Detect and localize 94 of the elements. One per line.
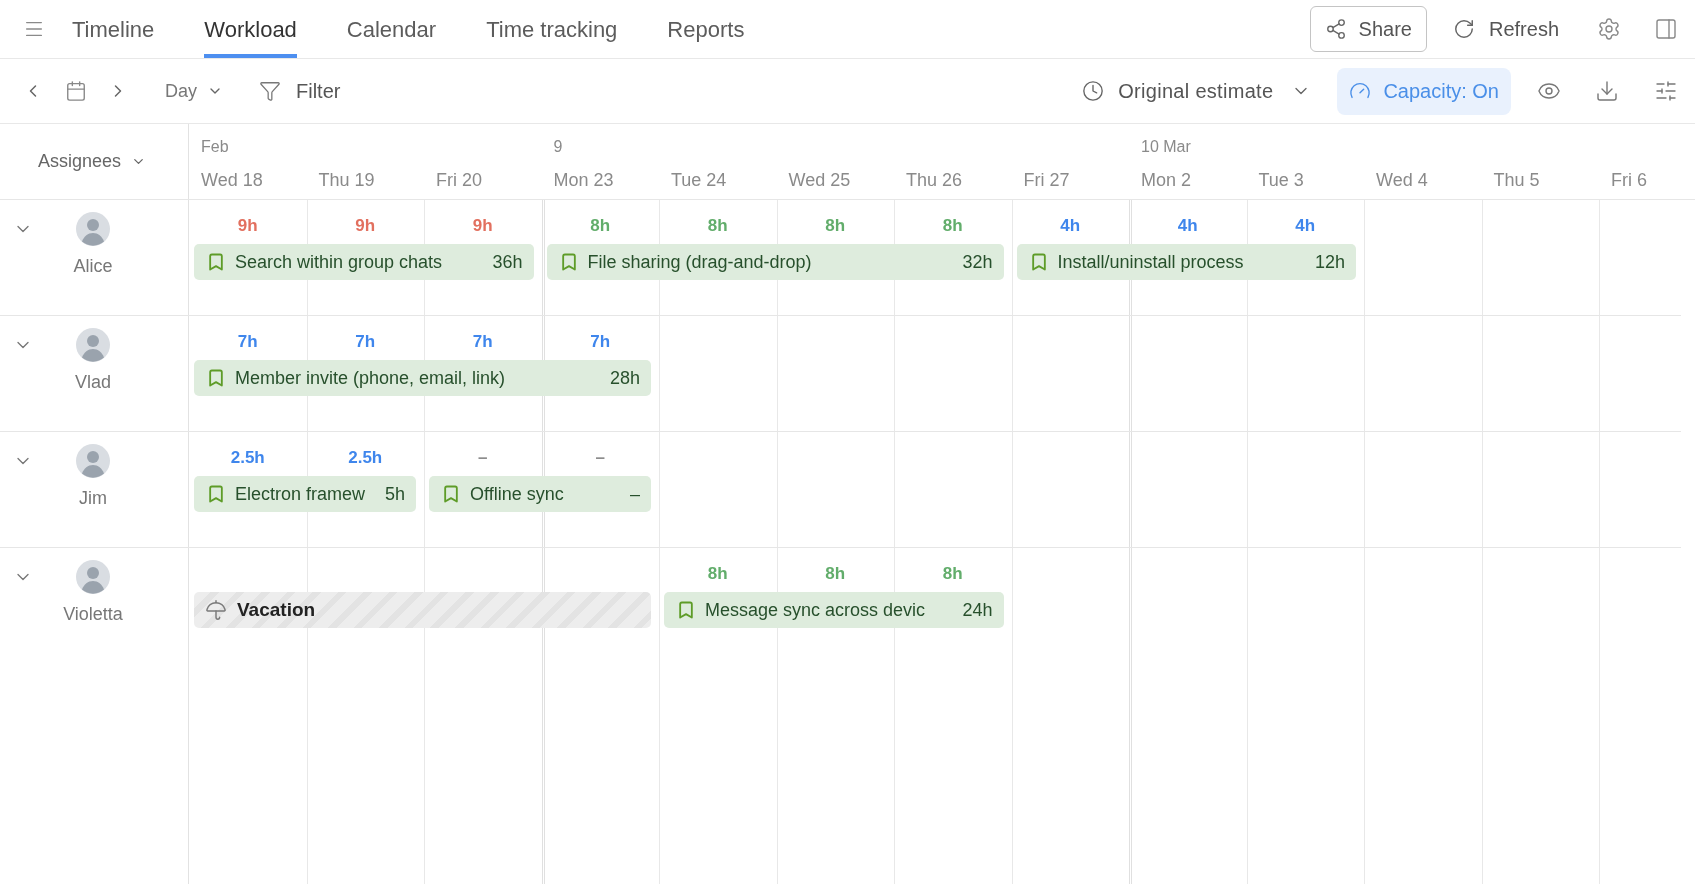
- umbrella-icon: [205, 599, 227, 621]
- nav-tab[interactable]: Timeline: [72, 0, 155, 58]
- week-label: 9: [553, 137, 563, 157]
- task-bar[interactable]: Offline sync –: [429, 476, 651, 512]
- clock-icon: [1082, 80, 1105, 102]
- vacation-label: Vacation: [237, 597, 316, 622]
- task-bar[interactable]: Search within group chats 36h: [194, 244, 534, 280]
- settings-icon[interactable]: [1597, 17, 1621, 41]
- task-title: Message sync across devic: [705, 598, 926, 622]
- refresh-icon: [1452, 18, 1475, 40]
- assignee-name: Vlad: [75, 371, 111, 394]
- nav-tab[interactable]: Workload: [204, 0, 297, 58]
- hours-label: 8h: [707, 563, 728, 585]
- assignee-name: Violetta: [63, 603, 123, 626]
- task-bar[interactable]: Message sync across devic 24h: [664, 592, 1004, 628]
- hours-label: –: [478, 447, 488, 469]
- hours-label: 8h: [942, 563, 963, 585]
- task-title: Offline sync: [470, 482, 564, 506]
- hours-label: 2.5h: [230, 447, 265, 469]
- filter-icon: [259, 80, 281, 102]
- task-bar[interactable]: Electron framew 5h: [194, 476, 416, 512]
- day-label: Fri 20: [436, 169, 482, 192]
- hours-label: 8h: [825, 215, 846, 237]
- nav-tab[interactable]: Time tracking: [486, 0, 618, 58]
- day-label: Mon 23: [553, 169, 614, 192]
- hours-label: 7h: [237, 331, 258, 353]
- download-icon[interactable]: [1595, 79, 1619, 103]
- bookmark-icon: [441, 483, 461, 505]
- week-label: 10 Mar: [1141, 137, 1191, 157]
- estimate-dropdown[interactable]: Original estimate: [1082, 76, 1312, 106]
- nav-tab[interactable]: Calendar: [346, 0, 437, 58]
- share-button[interactable]: Share: [1309, 6, 1427, 52]
- avatar-icon: [76, 444, 110, 478]
- bookmark-icon: [206, 483, 226, 505]
- task-hours: 24h: [962, 598, 993, 622]
- day-label: Fri 6: [1611, 169, 1647, 192]
- task-hours: 12h: [1314, 250, 1345, 274]
- task-hours: 32h: [962, 250, 993, 274]
- filter-button[interactable]: Filter: [259, 76, 341, 106]
- avatar-icon: [76, 212, 110, 246]
- task-bar[interactable]: File sharing (drag-and-drop) 32h: [546, 244, 1004, 280]
- hours-label: 8h: [942, 215, 963, 237]
- hours-label: 4h: [1295, 215, 1316, 237]
- side-panel-icon[interactable]: [1654, 17, 1678, 41]
- day-label: Thu 5: [1493, 169, 1540, 192]
- task-title: Member invite (phone, email, link): [235, 366, 506, 390]
- day-label: Wed 25: [788, 169, 851, 192]
- hours-label: 8h: [590, 215, 611, 237]
- hours-label: 2.5h: [348, 447, 383, 469]
- task-title: Electron framew: [235, 482, 366, 506]
- task-hours: 36h: [492, 250, 523, 274]
- hours-label: 9h: [237, 215, 258, 237]
- hours-label: 7h: [590, 331, 611, 353]
- bookmark-icon: [206, 251, 226, 273]
- day-label: Fri 27: [1023, 169, 1070, 192]
- day-label: Wed 4: [1376, 169, 1428, 192]
- hours-label: 4h: [1060, 215, 1081, 237]
- day-label: Wed 18: [201, 169, 263, 192]
- hours-label: 7h: [472, 331, 493, 353]
- hours-label: –: [595, 447, 605, 469]
- bookmark-icon: [676, 599, 696, 621]
- day-label: Tue 24: [671, 169, 727, 192]
- day-label: Mon 2: [1141, 169, 1192, 192]
- hours-label: 8h: [825, 563, 846, 585]
- task-title: File sharing (drag-and-drop): [587, 250, 812, 274]
- share-icon: [1324, 18, 1347, 40]
- hours-label: 4h: [1177, 215, 1198, 237]
- avatar-icon: [76, 560, 110, 594]
- week-label: Feb: [201, 137, 229, 157]
- task-hours: 5h: [384, 482, 405, 506]
- task-bar[interactable]: Member invite (phone, email, link) 28h: [194, 360, 651, 396]
- day-label: Thu 26: [906, 169, 963, 192]
- task-title: Install/uninstall process: [1057, 250, 1244, 274]
- day-label: Thu 19: [318, 169, 375, 192]
- hours-label: 9h: [472, 215, 493, 237]
- assignee-name: Jim: [79, 487, 107, 510]
- assignees-dropdown[interactable]: Assignees: [38, 148, 147, 175]
- assignee-name: Alice: [73, 255, 113, 278]
- refresh-button[interactable]: Refresh: [1452, 14, 1559, 44]
- task-hours: 28h: [609, 366, 640, 390]
- calendar-icon[interactable]: [65, 80, 87, 102]
- bookmark-icon: [206, 367, 226, 389]
- task-bar[interactable]: Install/uninstall process 12h: [1016, 244, 1356, 280]
- nav-tab[interactable]: Reports: [667, 0, 745, 58]
- hours-label: 8h: [707, 215, 728, 237]
- task-title: Search within group chats: [235, 250, 443, 274]
- hours-label: 7h: [355, 331, 376, 353]
- sliders-icon[interactable]: [1654, 79, 1678, 103]
- day-label: Tue 3: [1258, 169, 1304, 192]
- vacation-bar[interactable]: Vacation: [194, 592, 651, 628]
- avatar-icon: [76, 328, 110, 362]
- view-dropdown[interactable]: Day: [165, 77, 223, 105]
- hours-label: 9h: [355, 215, 376, 237]
- task-hours: –: [630, 482, 640, 506]
